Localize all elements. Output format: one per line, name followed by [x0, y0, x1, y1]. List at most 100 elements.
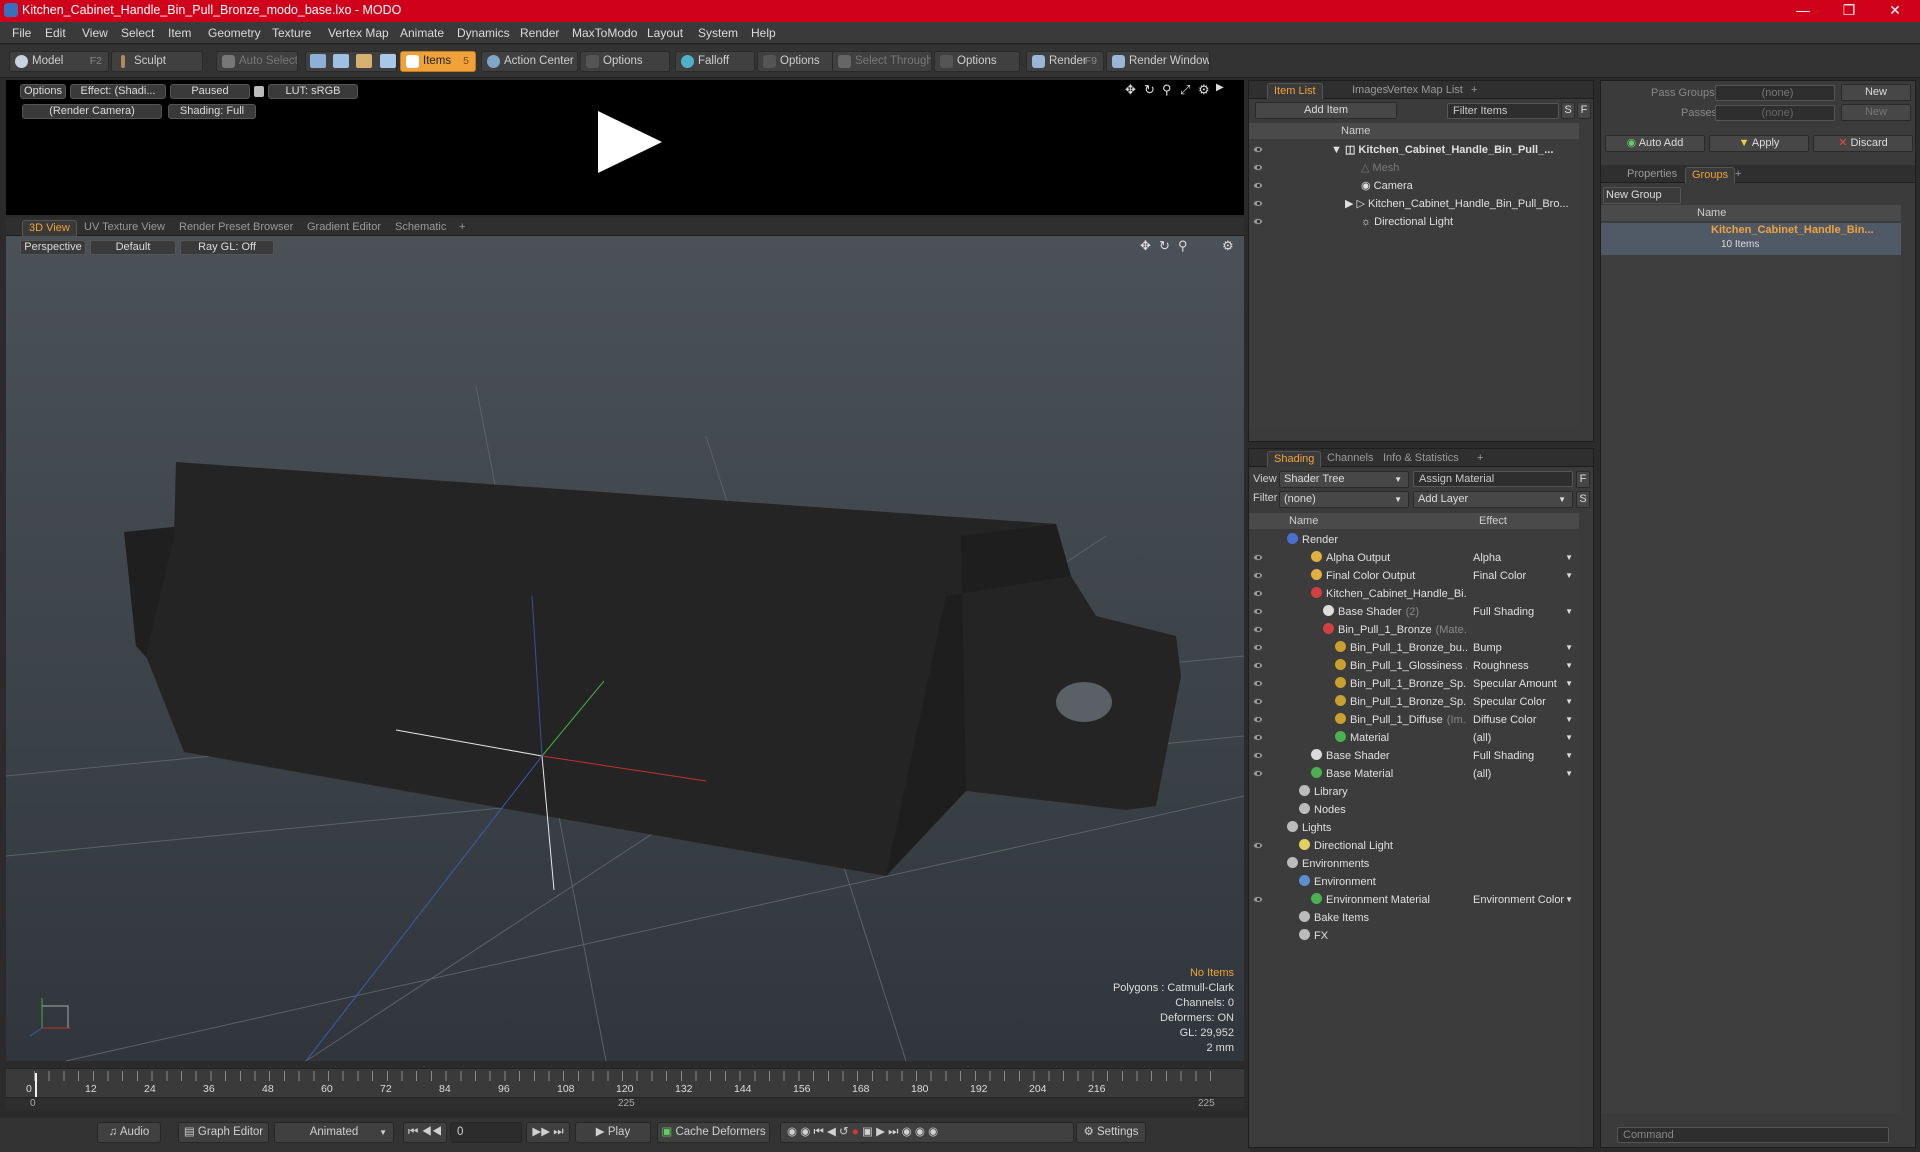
preview-options-button[interactable]: Options [20, 84, 66, 99]
menu-layout[interactable]: Layout [647, 26, 683, 40]
settings-button[interactable]: ⚙ Settings [1076, 1122, 1146, 1143]
selection-mode-group[interactable] [305, 51, 397, 72]
shader-row[interactable]: Bin_Pull_1_Glossiness ... Roughness ▼ [1249, 657, 1579, 675]
shader-row[interactable]: FX [1249, 927, 1579, 945]
tab-uv-texture-view[interactable]: UV Texture View [78, 220, 171, 236]
filter-items-input[interactable]: Filter Items [1447, 103, 1559, 119]
lock-icon[interactable] [254, 86, 264, 97]
menu-texture[interactable]: Texture [272, 26, 311, 40]
list-item[interactable]: △ Mesh [1249, 159, 1579, 177]
filter-s-button[interactable]: S [1561, 102, 1575, 119]
shader-row-effect[interactable]: Alpha [1473, 549, 1501, 567]
menu-system[interactable]: System [698, 26, 738, 40]
menu-render[interactable]: Render [520, 26, 559, 40]
shader-row[interactable]: Nodes [1249, 801, 1579, 819]
shader-row-effect[interactable]: Diffuse Color [1473, 711, 1536, 729]
list-item[interactable]: ▶ ▷ Kitchen_Cabinet_Handle_Bin_Pull_Bro.… [1249, 195, 1579, 213]
shader-row-effect[interactable]: Full Shading [1473, 747, 1534, 765]
pass-groups-dropdown[interactable]: (none) [1715, 85, 1835, 101]
shader-row[interactable]: Material (all) ▼ [1249, 729, 1579, 747]
shader-row-effect[interactable]: Full Shading [1473, 603, 1534, 621]
move-view-icon[interactable]: ✥ [1140, 238, 1151, 254]
shader-row-effect[interactable]: Roughness [1473, 657, 1529, 675]
tab-schematic[interactable]: Schematic [389, 220, 452, 236]
gear-icon[interactable]: ⚙ [1198, 82, 1210, 98]
effect-dropdown-icon[interactable]: ▼ [1565, 603, 1573, 621]
select-through-button[interactable]: Select Through [832, 51, 932, 72]
shader-row[interactable]: Environment Material Environment Color ▼ [1249, 891, 1579, 909]
menu-file[interactable]: File [12, 26, 31, 40]
shader-row-effect[interactable]: Specular Amount [1473, 675, 1557, 693]
effect-dropdown-icon[interactable]: ▼ [1565, 657, 1573, 675]
zoom-icon[interactable]: ⚲ [1178, 238, 1188, 254]
maximize-view-icon[interactable]: ⤢ [1180, 82, 1190, 98]
shader-row-effect[interactable]: (all) [1473, 765, 1491, 783]
visibility-eye-icon[interactable] [1253, 716, 1263, 723]
effect-dropdown-icon[interactable]: ▼ [1565, 711, 1573, 729]
list-item[interactable]: ◉ Camera [1249, 177, 1579, 195]
preview-effect-dropdown[interactable]: Effect: (Shadi... [70, 84, 166, 99]
effect-dropdown-icon[interactable]: ▼ [1565, 891, 1573, 909]
add-item-dropdown[interactable]: Add Item [1255, 102, 1397, 119]
shader-view-dropdown[interactable]: Shader Tree ▼ [1279, 471, 1409, 488]
shader-row[interactable]: Kitchen_Cabinet_Handle_Bi... [1249, 585, 1579, 603]
timeline[interactable]: 0 12 24 36 48 60 72 84 96 108 120 132 144 156 168 180 19… [6, 1068, 1244, 1110]
visibility-eye-icon[interactable] [1253, 734, 1263, 741]
edge-mode-icon[interactable] [333, 54, 350, 68]
shader-row[interactable]: Bin_Pull_1_Bronze_Sp... Specular Color ▼ [1249, 693, 1579, 711]
zoom-icon[interactable]: ⚲ [1162, 82, 1172, 98]
shader-row[interactable]: Bin_Pull_1_Bronze(Mate... [1249, 621, 1579, 639]
shader-row[interactable]: Environments [1249, 855, 1579, 873]
shader-row-effect[interactable]: Specular Color [1473, 693, 1546, 711]
preview-paused-button[interactable]: Paused [170, 84, 250, 99]
visibility-eye-icon[interactable] [1253, 896, 1263, 903]
tab-3d-view[interactable]: 3D View [22, 220, 77, 236]
auto-add-button[interactable]: ◉ Auto Add [1605, 135, 1705, 152]
select-through-options-button[interactable]: Options [934, 51, 1020, 72]
shader-row-effect[interactable]: Final Color [1473, 567, 1526, 585]
visibility-eye-icon[interactable] [1253, 554, 1263, 561]
tab-shading[interactable]: Shading [1267, 451, 1322, 467]
rotate-view-icon[interactable]: ↻ [1159, 238, 1170, 254]
audio-button[interactable]: ♫ Audio [97, 1122, 161, 1143]
timeline-playhead[interactable] [35, 1073, 37, 1099]
visibility-eye-icon[interactable] [1253, 590, 1263, 597]
tab-channels[interactable]: Channels [1321, 451, 1379, 467]
raygl-toggle[interactable]: Ray GL: Off [180, 240, 274, 255]
frame-field[interactable]: 0 [450, 1122, 522, 1143]
shader-row-effect[interactable]: (all) [1473, 729, 1491, 747]
add-tab-button[interactable]: + [1471, 451, 1489, 467]
shader-row-effect[interactable]: Environment Color [1473, 891, 1564, 909]
projection-dropdown[interactable]: Perspective [20, 240, 86, 255]
visibility-eye-icon[interactable] [1253, 644, 1263, 651]
effect-dropdown-icon[interactable]: ▼ [1565, 675, 1573, 693]
group-row[interactable]: Kitchen_Cabinet_Handle_Bin... 10 Items [1601, 223, 1901, 255]
tab-vertex-map-list[interactable]: Vertex Map List [1381, 83, 1469, 99]
new-pass-group-button[interactable]: New [1841, 84, 1911, 101]
command-input[interactable]: Command [1617, 1127, 1889, 1143]
menu-maxtomodo[interactable]: MaxToModo [572, 26, 637, 40]
play-icon[interactable] [598, 111, 662, 173]
play-button[interactable]: ▶ Play [575, 1122, 651, 1143]
shader-row[interactable]: Bin_Pull_1_Bronze_bu... Bump ▼ [1249, 639, 1579, 657]
menu-item[interactable]: Item [168, 26, 191, 40]
step-forward-buttons[interactable]: ▶▶ ⏭ [526, 1122, 570, 1143]
shader-row[interactable]: Base Material (all) ▼ [1249, 765, 1579, 783]
gear-icon[interactable]: ⚙ [1222, 238, 1234, 254]
new-group-button[interactable]: New Group [1603, 187, 1681, 204]
shader-row[interactable]: Environment [1249, 873, 1579, 891]
graph-editor-button[interactable]: ▤ Graph Editor [178, 1122, 269, 1143]
passes-dropdown[interactable]: (none) [1715, 105, 1835, 121]
assign-material-input[interactable]: Assign Material [1413, 471, 1573, 487]
menu-dynamics[interactable]: Dynamics [457, 26, 510, 40]
tab-item-list[interactable]: Item List [1267, 83, 1323, 99]
add-tab-button[interactable]: + [1729, 167, 1747, 183]
shader-row[interactable]: Final Color Output Final Color ▼ [1249, 567, 1579, 585]
menu-view[interactable]: View [82, 26, 108, 40]
preview-shading-dropdown[interactable]: Shading: Full [168, 104, 256, 119]
view-style-dropdown[interactable]: Default [90, 240, 176, 255]
menu-vertex-map[interactable]: Vertex Map [328, 26, 389, 40]
sculpt-button[interactable]: Sculpt [111, 51, 203, 72]
visibility-eye-icon[interactable] [1253, 842, 1263, 849]
falloff-options-button[interactable]: Options [757, 51, 834, 72]
